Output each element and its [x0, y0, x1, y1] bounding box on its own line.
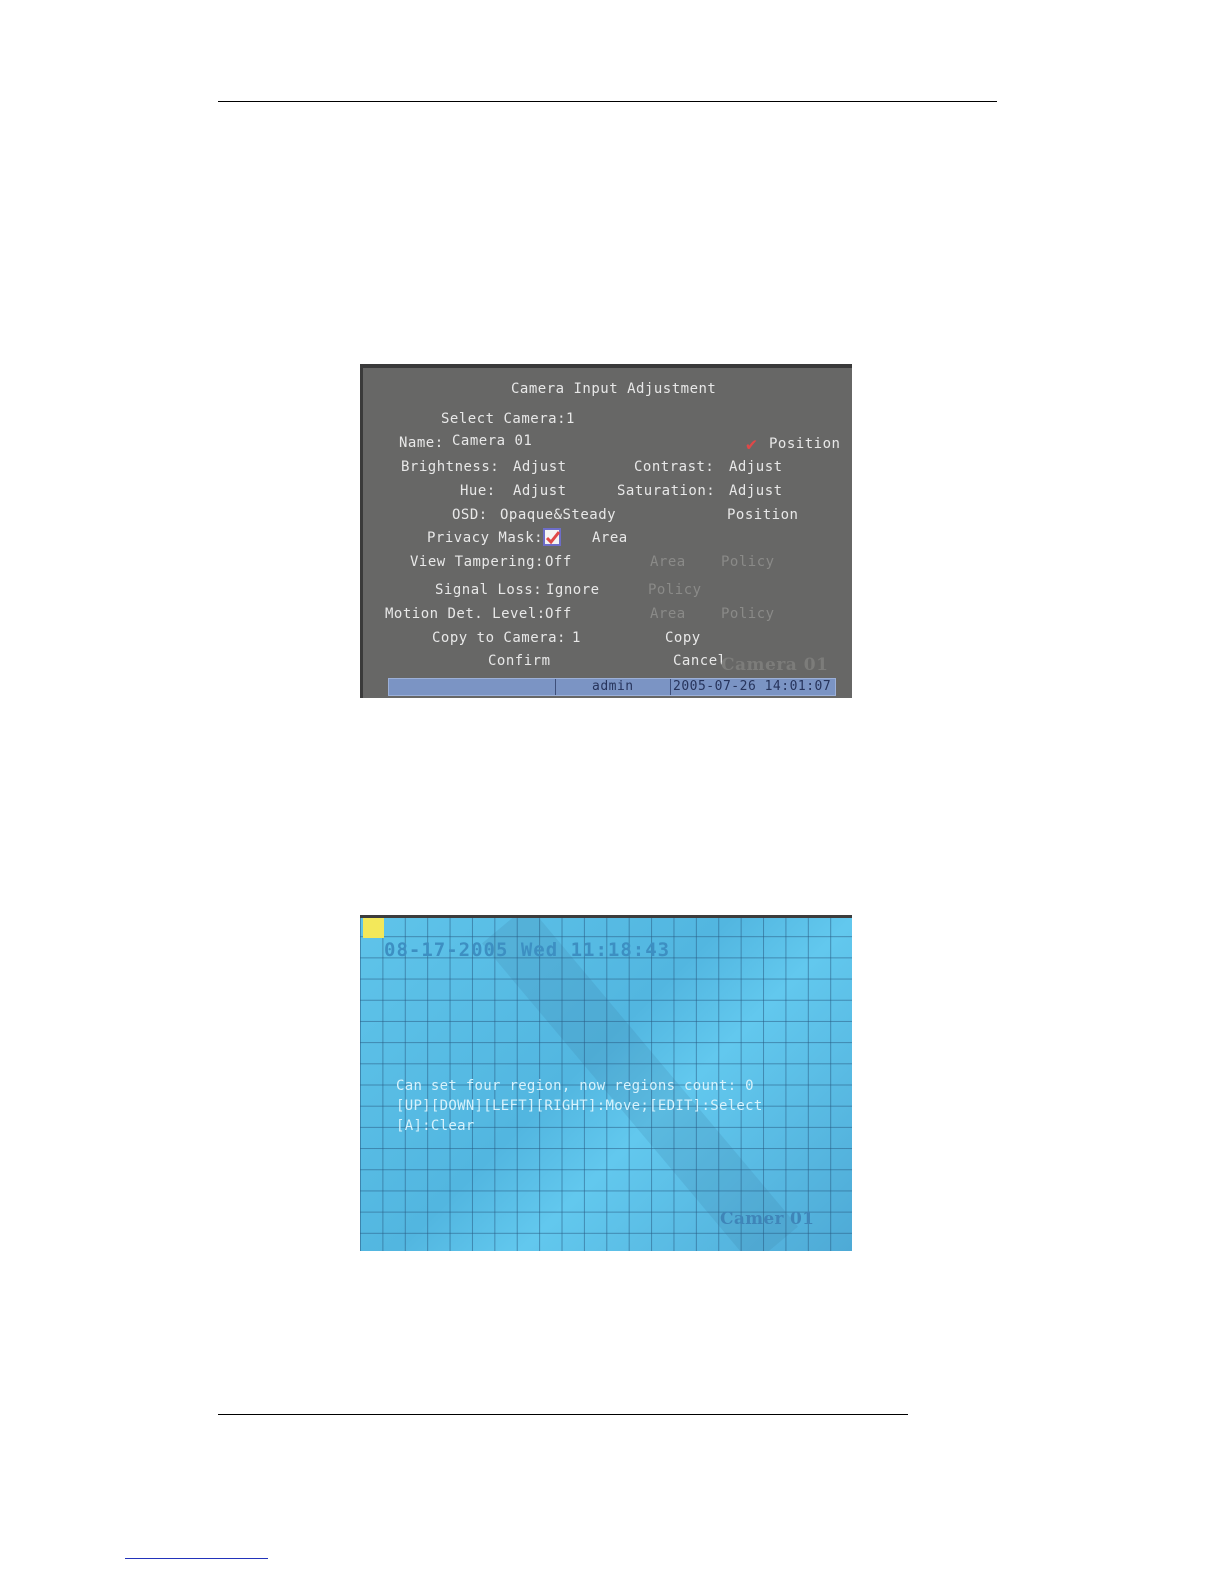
brightness-label: Brightness: [401, 459, 500, 475]
osd-position-button[interactable]: Position [727, 507, 798, 523]
screen-top-edge [363, 364, 852, 368]
confirm-button[interactable]: Confirm [488, 653, 551, 669]
camera-name-overlay: Camer 01 [720, 1209, 815, 1229]
view-tampering-area-button[interactable]: Area [650, 554, 686, 570]
select-camera-field[interactable]: Select Camera:1 [441, 411, 575, 427]
footer-link-underline[interactable] [125, 1558, 268, 1559]
copy-to-camera-label: Copy to Camera: [432, 630, 566, 646]
privacy-area-button[interactable]: Area [592, 530, 628, 546]
position-check-icon: ✔ [746, 434, 758, 455]
saturation-label: Saturation: [617, 483, 716, 499]
name-label: Name: [399, 435, 444, 451]
view-tampering-policy-button[interactable]: Policy [721, 554, 775, 570]
status-user: admin [592, 679, 634, 694]
privacy-mask-checkbox[interactable] [543, 528, 561, 546]
privacy-mask-label: Privacy Mask: [427, 530, 544, 546]
instruction-line-3: [A]:Clear [396, 1118, 475, 1134]
status-datetime: 2005-07-26 14:01:07 [673, 679, 832, 694]
motion-det-select[interactable]: Off [545, 606, 572, 622]
menu-title: Camera Input Adjustment [511, 381, 717, 397]
motion-det-label: Motion Det. Level: [385, 606, 546, 622]
saturation-adjust-button[interactable]: Adjust [729, 483, 783, 499]
status-divider [670, 679, 671, 695]
brightness-adjust-button[interactable]: Adjust [513, 459, 567, 475]
hue-adjust-button[interactable]: Adjust [513, 483, 567, 499]
camera-input-adjustment-screen: Camera Input Adjustment Select Camera:1 … [360, 364, 852, 698]
screen-top-edge [360, 915, 852, 918]
view-tampering-label: View Tampering: [410, 554, 544, 570]
status-bar: admin 2005-07-26 14:01:07 [388, 678, 836, 696]
name-input[interactable]: Camera 01 [452, 433, 532, 449]
footer-rule [218, 1414, 908, 1415]
view-tampering-select[interactable]: Off [545, 554, 572, 570]
name-position-button[interactable]: Position [769, 436, 840, 452]
instruction-line-2: [UP][DOWN][LEFT][RIGHT]:Move;[EDIT]:Sele… [396, 1098, 763, 1114]
contrast-label: Contrast: [634, 459, 715, 475]
checkmark-icon [546, 531, 560, 545]
privacy-mask-area-screen[interactable]: 08-17-2005 Wed 11:18:43 Can set four reg… [360, 915, 852, 1251]
contrast-adjust-button[interactable]: Adjust [729, 459, 783, 475]
signal-loss-policy-button[interactable]: Policy [648, 582, 702, 598]
header-rule [218, 101, 997, 102]
copy-button[interactable]: Copy [665, 630, 701, 646]
osd-mode-select[interactable]: Opaque&Steady [500, 507, 616, 523]
copy-to-camera-select[interactable]: 1 [572, 630, 581, 646]
signal-loss-select[interactable]: Ignore [546, 582, 600, 598]
hue-label: Hue: [460, 483, 496, 499]
motion-det-area-button[interactable]: Area [650, 606, 686, 622]
grid-cursor[interactable] [363, 918, 384, 938]
status-divider [555, 679, 556, 695]
signal-loss-label: Signal Loss: [435, 582, 543, 598]
motion-det-policy-button[interactable]: Policy [721, 606, 775, 622]
instruction-line-1: Can set four region, now regions count: … [396, 1078, 754, 1094]
cancel-button[interactable]: Cancel [673, 653, 727, 669]
camera-name-overlay: Camera 01 [721, 655, 829, 675]
osd-datetime: 08-17-2005 Wed 11:18:43 [384, 939, 671, 961]
osd-label: OSD: [452, 507, 488, 523]
